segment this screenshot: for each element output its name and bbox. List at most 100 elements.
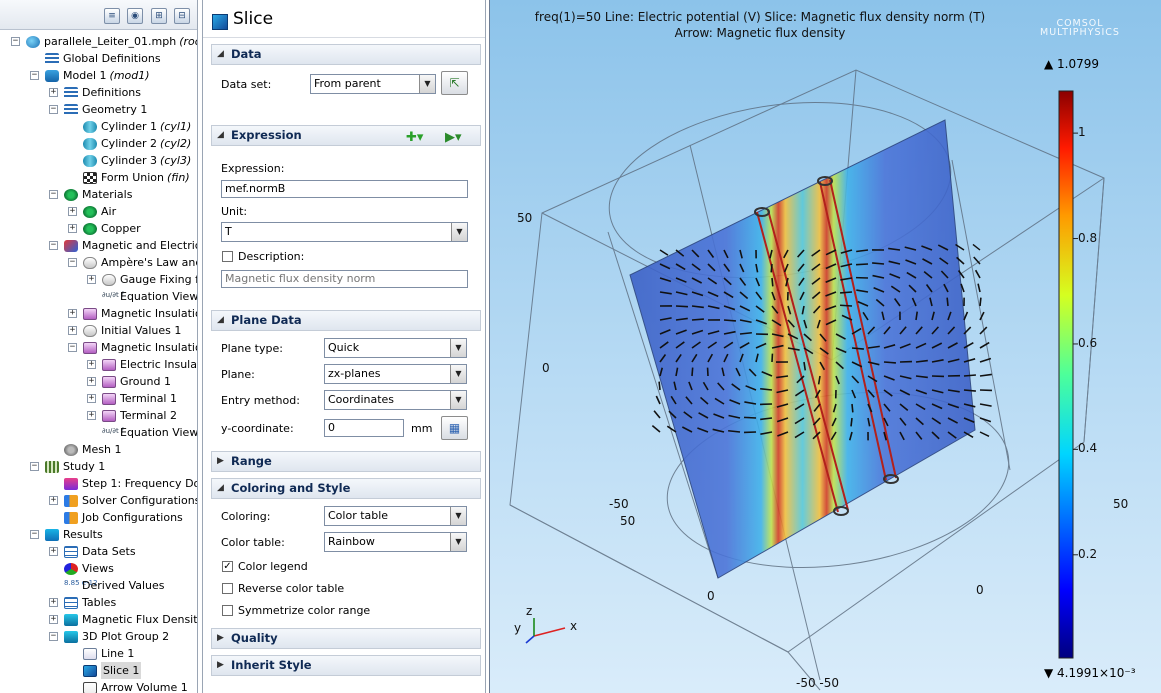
chevron-down-icon[interactable]: ▼ bbox=[450, 533, 466, 551]
tree-node[interactable]: Tables bbox=[64, 594, 116, 611]
tree-node[interactable]: Ground 1 bbox=[102, 373, 171, 390]
tree-node[interactable]: Geometry 1 bbox=[64, 101, 147, 118]
tree-node[interactable]: Arrow Volume 1 bbox=[83, 679, 188, 693]
tree-node[interactable]: Terminal 2 bbox=[102, 407, 177, 424]
go-to-source-button[interactable]: ⇱ bbox=[441, 71, 468, 95]
color-legend-checkbox[interactable]: ✓ bbox=[222, 561, 233, 572]
section-plane-data[interactable]: ◢ Plane Data bbox=[211, 310, 481, 331]
sort-icon[interactable]: ⊟ bbox=[174, 8, 190, 24]
tree-node[interactable]: Views bbox=[64, 560, 114, 577]
tree-node[interactable]: Gauge Fixing fo bbox=[102, 271, 197, 288]
tree-node[interactable]: Magnetic Flux Density ( bbox=[64, 611, 197, 628]
tree-node[interactable]: Mesh 1 bbox=[64, 441, 121, 458]
chevron-down-icon[interactable]: ▼ bbox=[450, 365, 466, 383]
tree-node[interactable]: Study 1 bbox=[45, 458, 105, 475]
chevron-down-icon[interactable]: ▼ bbox=[450, 507, 466, 525]
tree-node[interactable]: Copper bbox=[83, 220, 141, 237]
tree-node[interactable]: Terminal 1 bbox=[102, 390, 177, 407]
tree-node[interactable]: Initial Values 1 bbox=[83, 322, 181, 339]
collapse-node-icon[interactable]: − bbox=[68, 258, 77, 267]
tree-node[interactable]: Line 1 bbox=[83, 645, 134, 662]
tree-node[interactable]: Global Definitions bbox=[45, 50, 161, 67]
range-button[interactable]: ▦ bbox=[441, 416, 468, 440]
tree-node[interactable]: ∂u/∂t f Equation View bbox=[102, 288, 197, 305]
section-quality[interactable]: ▶ Quality bbox=[211, 628, 481, 649]
graphics-window[interactable]: freq(1)=50 Line: Electric potential (V) … bbox=[489, 0, 1161, 693]
collapse-node-icon[interactable]: − bbox=[49, 190, 58, 199]
tree-node[interactable]: Ampère's Law and bbox=[83, 254, 197, 271]
expression-input[interactable]: mef.normB bbox=[221, 180, 468, 198]
expand-node-icon[interactable]: + bbox=[49, 598, 58, 607]
expand-all-icon[interactable]: ≡ bbox=[104, 8, 120, 24]
plane-type-select[interactable]: Quick ▼ bbox=[324, 338, 467, 358]
tree-node[interactable]: Cylinder 3 (cyl3) bbox=[83, 152, 191, 169]
description-input[interactable]: Magnetic flux density norm bbox=[221, 270, 468, 288]
expand-node-icon[interactable]: + bbox=[49, 496, 58, 505]
chevron-down-icon[interactable]: ▼ bbox=[450, 339, 466, 357]
plane-select[interactable]: zx-planes ▼ bbox=[324, 364, 467, 384]
tree-node[interactable]: Definitions bbox=[64, 84, 141, 101]
tree-node[interactable]: ∂u/∂t f Equation View bbox=[102, 424, 197, 441]
chevron-down-icon[interactable]: ▼ bbox=[450, 391, 466, 409]
collapse-node-icon[interactable]: − bbox=[30, 462, 39, 471]
tree-node[interactable]: Cylinder 2 (cyl2) bbox=[83, 135, 191, 152]
collapse-node-icon[interactable]: − bbox=[49, 241, 58, 250]
expand-node-icon[interactable]: + bbox=[87, 275, 96, 284]
expand-node-icon[interactable]: + bbox=[87, 360, 96, 369]
symmetrize-checkbox[interactable] bbox=[222, 605, 233, 616]
coloring-select[interactable]: Color table ▼ bbox=[324, 506, 467, 526]
add-expression-icon[interactable]: ✚▾ bbox=[406, 131, 423, 145]
plot-canvas[interactable] bbox=[490, 0, 1161, 693]
entry-method-select[interactable]: Coordinates ▼ bbox=[324, 390, 467, 410]
tree-node[interactable]: Materials bbox=[64, 186, 132, 203]
tree-node[interactable]: Slice 1 bbox=[83, 662, 142, 679]
tree-node[interactable]: Magnetic and Electric F bbox=[64, 237, 197, 254]
tree-node[interactable]: Electric Insulati bbox=[102, 356, 197, 373]
collapse-node-icon[interactable]: − bbox=[30, 71, 39, 80]
section-range[interactable]: ▶ Range bbox=[211, 451, 481, 472]
collapse-node-icon[interactable]: − bbox=[11, 37, 20, 46]
expand-node-icon[interactable]: + bbox=[68, 224, 77, 233]
collapse-icon[interactable]: ⊞ bbox=[151, 8, 167, 24]
tree-node[interactable]: Magnetic Insulation bbox=[83, 305, 197, 322]
tree-node[interactable]: Magnetic Insulation bbox=[83, 339, 197, 356]
expand-node-icon[interactable]: + bbox=[68, 326, 77, 335]
tree-node[interactable]: parallele_Leiter_01.mph(root) bbox=[26, 33, 197, 50]
tree-node[interactable]: Job Configurations bbox=[64, 509, 183, 526]
chevron-down-icon[interactable]: ▼ bbox=[419, 75, 435, 93]
tree-node[interactable]: Data Sets bbox=[64, 543, 136, 560]
tree-node[interactable]: Air bbox=[83, 203, 116, 220]
collapse-node-icon[interactable]: − bbox=[30, 530, 39, 539]
color-table-select[interactable]: Rainbow ▼ bbox=[324, 532, 467, 552]
tree-node[interactable]: Solver Configurations bbox=[64, 492, 197, 509]
expand-node-icon[interactable]: + bbox=[68, 207, 77, 216]
expand-node-icon[interactable]: + bbox=[87, 411, 96, 420]
section-inherit-style[interactable]: ▶ Inherit Style bbox=[211, 655, 481, 676]
collapse-node-icon[interactable]: − bbox=[49, 105, 58, 114]
collapse-node-icon[interactable]: − bbox=[68, 343, 77, 352]
tree-node[interactable]: Model 1 (mod1) bbox=[45, 67, 150, 84]
replace-expression-icon[interactable]: ▶▾ bbox=[445, 131, 462, 145]
expand-node-icon[interactable]: + bbox=[49, 547, 58, 556]
tree-node[interactable]: 3D Plot Group 2 bbox=[64, 628, 169, 645]
tree-node[interactable]: Step 1: Frequency Dom bbox=[64, 475, 197, 492]
tree-node[interactable]: Form Union (fin) bbox=[83, 169, 190, 186]
collapse-node-icon[interactable]: − bbox=[49, 632, 58, 641]
tree-node[interactable]: Results bbox=[45, 526, 103, 543]
dataset-select[interactable]: From parent ▼ bbox=[310, 74, 436, 94]
tree-node[interactable]: 8.85 e-12 Derived Values bbox=[64, 577, 165, 594]
expand-node-icon[interactable]: + bbox=[49, 615, 58, 624]
reverse-color-table-checkbox[interactable] bbox=[222, 583, 233, 594]
unit-select[interactable]: T ▼ bbox=[221, 222, 468, 242]
expand-node-icon[interactable]: + bbox=[68, 309, 77, 318]
show-icon[interactable]: ◉ bbox=[127, 8, 143, 24]
expand-node-icon[interactable]: + bbox=[49, 88, 58, 97]
section-data[interactable]: ◢ Data bbox=[211, 44, 481, 65]
section-coloring-style[interactable]: ◢ Coloring and Style bbox=[211, 478, 481, 499]
section-expression[interactable]: ◢ Expression bbox=[211, 125, 481, 146]
tree-node[interactable]: Cylinder 1 (cyl1) bbox=[83, 118, 191, 135]
chevron-down-icon[interactable]: ▼ bbox=[451, 223, 467, 241]
expand-node-icon[interactable]: + bbox=[87, 377, 96, 386]
y-coordinate-input[interactable]: 0 bbox=[324, 419, 404, 437]
expand-node-icon[interactable]: + bbox=[87, 394, 96, 403]
